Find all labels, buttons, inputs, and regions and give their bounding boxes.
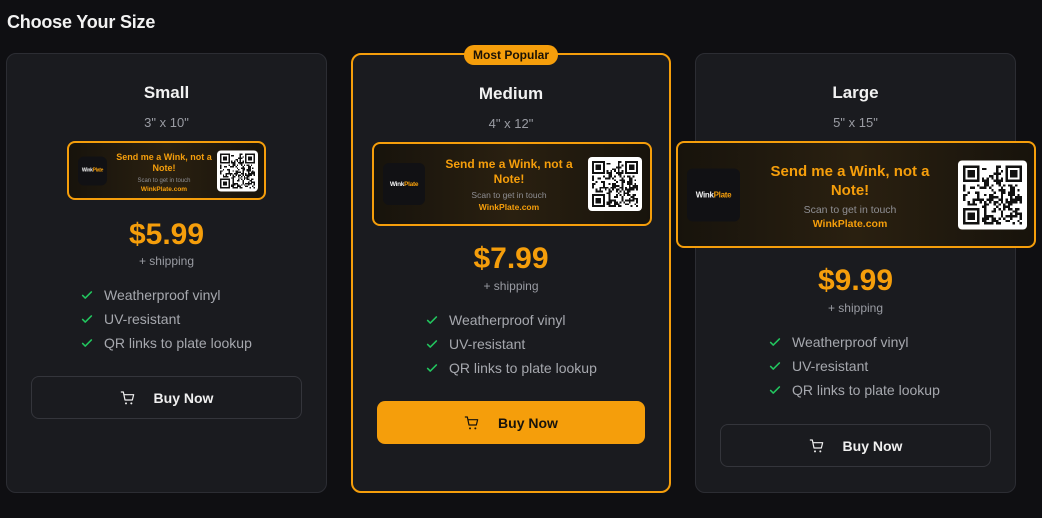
card-dimensions: 4" x 12" <box>488 116 534 131</box>
feature-label: UV-resistant <box>104 311 181 327</box>
check-icon <box>426 364 438 372</box>
check-icon <box>81 339 93 347</box>
shipping-note: + shipping <box>827 301 884 315</box>
preview-title: Send me a Wink, not a Note! <box>116 152 212 174</box>
logo-text: WinkPlate <box>695 190 732 199</box>
check-icon <box>426 316 438 324</box>
check-icon <box>81 291 93 299</box>
shipping-note: + shipping <box>138 254 195 268</box>
cart-icon <box>464 415 479 429</box>
feature-label: UV-resistant <box>792 358 869 374</box>
feature-item: QR links to plate lookup <box>768 378 940 402</box>
logo-text: WinkPlate <box>389 180 419 188</box>
card-title: Medium <box>478 84 544 103</box>
card-small: Small 3" x 10" WinkPlate Send me a Wink,… <box>6 53 327 493</box>
check-icon <box>81 315 93 323</box>
price: $5.99 <box>128 218 205 251</box>
cart-icon <box>120 390 134 404</box>
preview-subtitle: Scan to get in touch <box>471 190 547 200</box>
button-label: Buy Now <box>498 414 558 431</box>
feature-item: Weatherproof vinyl <box>80 283 252 307</box>
most-popular-badge: Most Popular <box>463 45 559 65</box>
cart-icon <box>809 438 823 452</box>
buy-now-button-large[interactable]: Buy Now <box>720 424 991 467</box>
feature-label: QR links to plate lookup <box>449 360 597 376</box>
check-icon <box>426 340 438 348</box>
price: $7.99 <box>473 242 549 275</box>
winkplate-logo: WinkPlate <box>383 163 425 205</box>
feature-label: Weatherproof vinyl <box>449 312 566 328</box>
feature-label: Weatherproof vinyl <box>104 287 221 303</box>
qr-code-icon <box>217 150 258 191</box>
card-dimensions: 3" x 10" <box>144 115 189 130</box>
check-icon <box>769 362 781 370</box>
section-heading: Choose Your Size <box>7 12 156 32</box>
plate-preview: WinkPlate Send me a Wink, not a Note! Sc… <box>67 141 266 200</box>
feature-item: UV-resistant <box>768 354 940 378</box>
card-title: Small <box>143 83 190 102</box>
preview-title: Send me a Wink, not a Note! <box>770 163 930 199</box>
plate-preview: WinkPlate Send me a Wink, not a Note! Sc… <box>372 142 652 226</box>
feature-item: QR links to plate lookup <box>80 331 252 355</box>
feature-label: QR links to plate lookup <box>104 335 252 351</box>
card-dimensions: 5" x 15" <box>833 115 878 130</box>
winkplate-logo: WinkPlate <box>78 156 107 185</box>
preview-url: WinkPlate.com <box>812 217 888 230</box>
button-label: Buy Now <box>153 389 214 406</box>
shipping-note: + shipping <box>483 279 539 293</box>
preview-text: Send me a Wink, not a Note! Scan to get … <box>436 157 582 212</box>
buy-now-button-small[interactable]: Buy Now <box>31 376 302 419</box>
preview-text: Send me a Wink, not a Note! Scan to get … <box>756 163 944 230</box>
feature-label: QR links to plate lookup <box>792 382 940 398</box>
winkplate-logo: WinkPlate <box>687 168 740 221</box>
feature-list: Weatherproof vinyl UV-resistant QR links… <box>425 308 597 380</box>
card-medium: Most Popular Medium 4" x 12" WinkPlate S… <box>351 45 671 493</box>
feature-item: UV-resistant <box>80 307 252 331</box>
buy-now-button-medium[interactable]: Buy Now <box>377 401 645 444</box>
preview-subtitle: Scan to get in touch <box>137 177 191 184</box>
preview-subtitle: Scan to get in touch <box>803 203 897 216</box>
check-icon <box>769 386 781 394</box>
feature-item: QR links to plate lookup <box>425 356 597 380</box>
feature-label: Weatherproof vinyl <box>792 334 909 350</box>
check-icon <box>769 338 781 346</box>
preview-text: Send me a Wink, not a Note! Scan to get … <box>112 152 216 193</box>
feature-label: UV-resistant <box>449 336 526 352</box>
plate-preview: WinkPlate Send me a Wink, not a Note! Sc… <box>676 141 1036 248</box>
preview-url: WinkPlate.com <box>478 202 540 212</box>
preview-title: Send me a Wink, not a Note! <box>445 157 573 186</box>
qr-code-icon <box>958 160 1027 229</box>
logo-text: WinkPlate <box>81 167 104 174</box>
size-selector: Choose Your Size Small 3" x 10" WinkPlat… <box>0 0 1042 518</box>
qr-code-icon <box>588 157 642 211</box>
card-title: Large <box>832 83 879 102</box>
feature-item: Weatherproof vinyl <box>768 330 940 354</box>
feature-item: UV-resistant <box>425 332 597 356</box>
button-label: Buy Now <box>842 437 903 454</box>
feature-item: Weatherproof vinyl <box>425 308 597 332</box>
feature-list: Weatherproof vinyl UV-resistant QR links… <box>80 283 252 355</box>
preview-url: WinkPlate.com <box>140 185 188 193</box>
feature-list: Weatherproof vinyl UV-resistant QR links… <box>768 330 940 402</box>
price: $9.99 <box>817 264 894 297</box>
card-large: Large 5" x 15" WinkPlate Send me a Wink,… <box>676 53 1036 493</box>
